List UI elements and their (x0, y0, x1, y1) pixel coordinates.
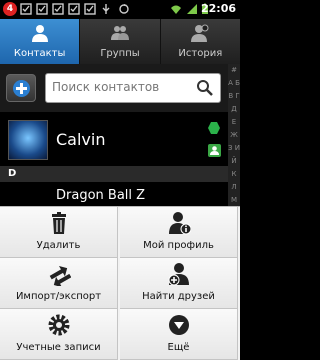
my-profile-icon (168, 212, 191, 235)
task-check-icon (52, 3, 64, 15)
menu-label: Найти друзей (142, 291, 215, 302)
tab-groups[interactable]: Группы (80, 19, 161, 64)
task-check-icon (36, 3, 48, 15)
delete-menu-item[interactable]: Удалить (0, 207, 118, 258)
search-row (0, 64, 240, 112)
list-item[interactable]: Dragon Ball Z (0, 182, 228, 208)
status-bar: 4 22:06 (0, 0, 240, 19)
history-icon (191, 24, 209, 42)
add-contact-button[interactable] (6, 74, 36, 102)
sync-icon (119, 4, 129, 14)
list-item[interactable]: Calvin (0, 116, 228, 164)
tab-history[interactable]: История (161, 19, 240, 64)
contact-name: Dragon Ball Z (56, 188, 146, 203)
tab-label: История (178, 48, 223, 59)
menu-label: Ещё (167, 342, 190, 353)
groups-icon (110, 26, 129, 40)
tab-contacts[interactable]: Контакты (0, 19, 81, 64)
more-menu-item[interactable]: Ещё (120, 309, 238, 360)
my-profile-menu-item[interactable]: Мой профиль (120, 207, 238, 258)
gear-icon (48, 314, 69, 336)
tab-label: Контакты (13, 48, 66, 59)
section-header: D (0, 166, 228, 182)
menu-label: Мой профиль (143, 240, 214, 251)
search-icon[interactable] (196, 79, 214, 97)
search-box[interactable] (45, 73, 221, 103)
usb-icon (102, 4, 110, 14)
chevron-down-icon (168, 315, 189, 335)
menu-label: Удалить (36, 240, 81, 251)
tab-label: Группы (100, 48, 140, 59)
notification-count-badge: 4 (3, 2, 17, 16)
menu-label: Импорт/экспорт (15, 291, 102, 302)
plus-icon (13, 80, 30, 97)
trash-icon (51, 212, 66, 234)
tab-bar: Контакты Группы История (0, 19, 240, 64)
accounts-menu-item[interactable]: Учетные записи (0, 309, 118, 360)
contact-card-icon (208, 144, 221, 157)
options-menu: Удалить Мой профиль Импорт/экспорт Найти… (0, 206, 240, 360)
task-check-icon (20, 3, 32, 15)
contact-name: Calvin (56, 130, 106, 149)
task-check-icon (68, 3, 80, 15)
clock: 22:06 (200, 2, 236, 15)
signal-icon (187, 4, 197, 14)
wifi-icon (171, 5, 181, 14)
import-export-icon (49, 265, 71, 286)
presence-icon (208, 122, 220, 134)
find-friends-menu-item[interactable]: Найти друзей (120, 258, 238, 309)
task-check-icon (84, 3, 96, 15)
import-export-menu-item[interactable]: Импорт/экспорт (0, 258, 118, 309)
search-input[interactable] (52, 80, 192, 94)
add-friend-icon (168, 263, 189, 286)
menu-label: Учетные записи (16, 342, 101, 353)
avatar (8, 120, 48, 160)
contacts-icon (31, 25, 48, 42)
